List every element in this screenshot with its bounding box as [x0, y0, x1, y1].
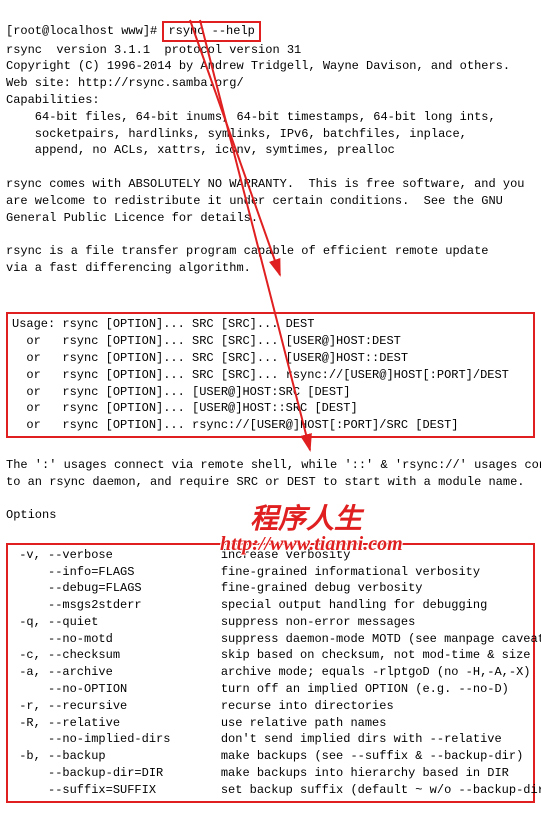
output-line: append, no ACLs, xattrs, iconv, symtimes…: [6, 142, 535, 159]
output-line: [6, 159, 535, 176]
option-line: -q, --quiet suppress non-error messages: [12, 614, 529, 631]
output-line: [6, 490, 535, 507]
output-line: General Public Licence for details.: [6, 210, 535, 227]
option-line: --no-OPTION turn off an implied OPTION (…: [12, 681, 529, 698]
output-line: socketpairs, hardlinks, symlinks, IPv6, …: [6, 126, 535, 143]
command-highlight: rsync --help: [162, 21, 260, 42]
usage-highlight-box: Usage: rsync [OPTION]... SRC [SRC]... DE…: [6, 312, 535, 438]
option-line: --suffix=SUFFIX set backup suffix (defau…: [12, 782, 529, 799]
option-line: --debug=FLAGS fine-grained debug verbosi…: [12, 580, 529, 597]
output-line: Web site: http://rsync.samba.org/: [6, 75, 535, 92]
option-line: -c, --checksum skip based on checksum, n…: [12, 647, 529, 664]
option-line: --backup-dir=DIR make backups into hiera…: [12, 765, 529, 782]
usage-line: or rsync [OPTION]... [USER@]HOST::SRC [D…: [12, 400, 529, 417]
output-line: 64-bit files, 64-bit inums, 64-bit times…: [6, 109, 535, 126]
option-line: -R, --relative use relative path names: [12, 715, 529, 732]
option-line: --no-implied-dirs don't send implied dir…: [12, 731, 529, 748]
usage-line: or rsync [OPTION]... rsync://[USER@]HOST…: [12, 417, 529, 434]
output-line: rsync is a file transfer program capable…: [6, 243, 535, 260]
option-line: -b, --backup make backups (see --suffix …: [12, 748, 529, 765]
usage-line: or rsync [OPTION]... SRC [SRC]... rsync:…: [12, 367, 529, 384]
output-line: via a fast differencing algorithm.: [6, 260, 535, 277]
post-usage-block: The ':' usages connect via remote shell,…: [6, 457, 535, 524]
usage-line: Usage: rsync [OPTION]... SRC [SRC]... DE…: [12, 316, 529, 333]
output-line: are welcome to redistribute it under cer…: [6, 193, 535, 210]
option-line: -v, --verbose increase verbosity: [12, 547, 529, 564]
option-line: -r, --recursive recurse into directories: [12, 698, 529, 715]
terminal-output: [root@localhost www]# rsync --help rsync…: [0, 0, 541, 825]
output-line: rsync version 3.1.1 protocol version 31: [6, 42, 535, 59]
output-line: Options: [6, 507, 535, 524]
option-line: -a, --archive archive mode; equals -rlpt…: [12, 664, 529, 681]
output-line: [6, 277, 535, 294]
command-text: rsync --help: [168, 24, 254, 38]
output-line: [6, 226, 535, 243]
usage-line: or rsync [OPTION]... SRC [SRC]... [USER@…: [12, 333, 529, 350]
output-line: to an rsync daemon, and require SRC or D…: [6, 474, 535, 491]
header-block: rsync version 3.1.1 protocol version 31C…: [6, 42, 535, 294]
option-line: --no-motd suppress daemon-mode MOTD (see…: [12, 631, 529, 648]
output-line: rsync comes with ABSOLUTELY NO WARRANTY.…: [6, 176, 535, 193]
output-line: The ':' usages connect via remote shell,…: [6, 457, 535, 474]
shell-prompt: [root@localhost www]#: [6, 24, 164, 38]
output-line: Copyright (C) 1996-2014 by Andrew Tridge…: [6, 58, 535, 75]
usage-line: or rsync [OPTION]... SRC [SRC]... [USER@…: [12, 350, 529, 367]
output-line: Capabilities:: [6, 92, 535, 109]
usage-line: or rsync [OPTION]... [USER@]HOST:SRC [DE…: [12, 384, 529, 401]
option-line: --msgs2stderr special output handling fo…: [12, 597, 529, 614]
option-line: --info=FLAGS fine-grained informational …: [12, 564, 529, 581]
options-highlight-box: -v, --verbose increase verbosity --info=…: [6, 543, 535, 803]
